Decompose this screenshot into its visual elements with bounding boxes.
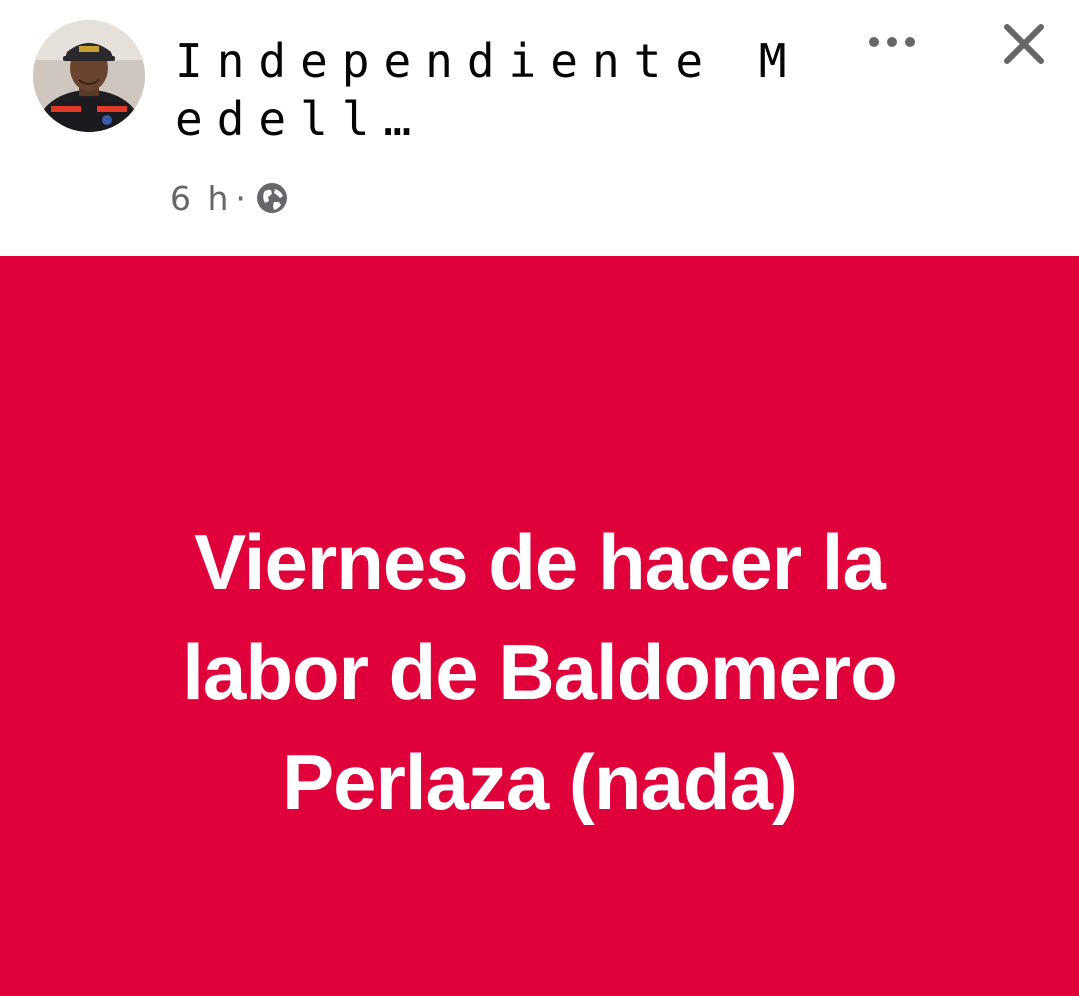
profile-photo (33, 20, 145, 132)
close-button[interactable] (994, 14, 1054, 74)
close-icon (1004, 24, 1044, 64)
post-meta: 6 h · (170, 176, 289, 220)
page-name[interactable]: Independiente Medell… (175, 32, 815, 148)
meta-separator: · (235, 178, 249, 218)
more-options-button[interactable] (862, 22, 922, 62)
more-options-icon (869, 37, 915, 47)
post-background-banner: Viernes de hacer la labor de Baldomero P… (0, 256, 1079, 996)
avatar[interactable] (33, 20, 145, 132)
post-header: Independiente Medell… 6 h · (0, 0, 1079, 256)
post-text: Viernes de hacer la labor de Baldomero P… (182, 518, 897, 826)
post-card: Independiente Medell… 6 h · Viernes de h… (0, 0, 1079, 996)
globe-icon[interactable] (255, 181, 289, 215)
post-timestamp[interactable]: 6 h (170, 179, 231, 218)
